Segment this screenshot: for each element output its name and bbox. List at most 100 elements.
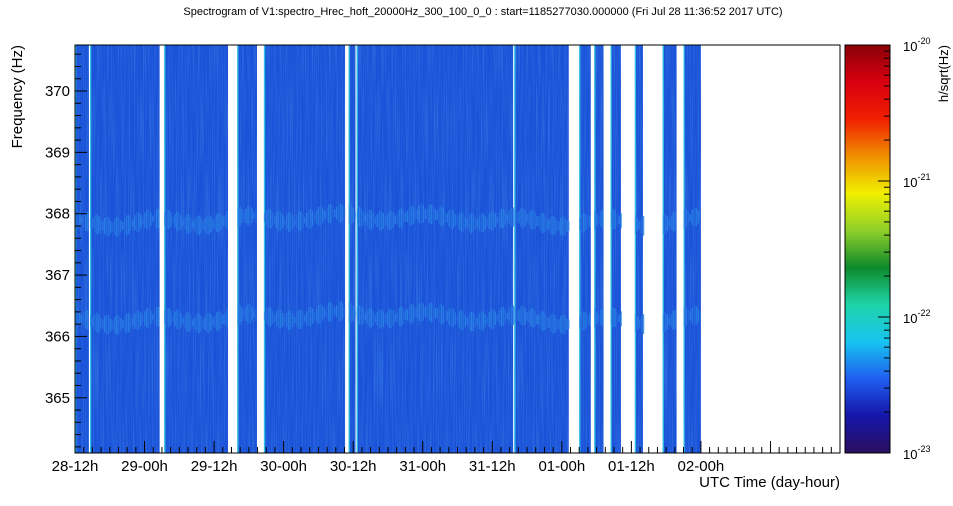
spectral-line-mark xyxy=(277,309,280,329)
spectral-line-mark xyxy=(214,315,216,328)
spectral-line-mark xyxy=(100,219,102,232)
spectral-line-mark xyxy=(339,301,342,322)
spectral-line-mark xyxy=(693,207,695,227)
spectral-line-mark xyxy=(83,311,85,326)
spectral-line-mark xyxy=(358,305,361,325)
spectral-line-mark xyxy=(204,317,206,330)
spectral-line-mark xyxy=(480,311,483,331)
colorbar-tick-label: 10-23 xyxy=(903,444,930,462)
spectral-line-mark xyxy=(102,319,104,329)
spectral-line-mark xyxy=(589,215,591,228)
spectral-line-mark xyxy=(388,309,391,328)
spectral-line-mark xyxy=(96,214,98,235)
spectral-line-mark xyxy=(110,220,112,233)
spectral-line-mark xyxy=(208,214,210,235)
spectral-line-mark xyxy=(241,209,243,224)
spectral-line-mark xyxy=(583,212,585,233)
spectral-line-mark xyxy=(370,209,373,230)
spectral-line-mark xyxy=(528,213,530,225)
spectral-line-mark xyxy=(685,307,687,326)
spectral-line-mark xyxy=(106,314,108,335)
spectral-line-mark xyxy=(168,307,170,328)
spectral-line-mark xyxy=(476,317,479,326)
spectral-line-mark xyxy=(466,218,469,228)
spectral-line-mark xyxy=(335,305,338,318)
spectral-line-mark xyxy=(283,316,286,324)
spectral-line-mark xyxy=(368,308,371,328)
y-axis-label: Frequency (Hz) xyxy=(9,45,26,148)
spectral-line-mark xyxy=(87,212,89,232)
spectral-line-mark xyxy=(352,305,354,321)
segment-edge xyxy=(90,45,92,453)
spectral-line-mark xyxy=(315,210,318,224)
spectral-line-mark xyxy=(587,315,589,325)
spectral-line-mark xyxy=(343,307,346,316)
spectral-line-mark xyxy=(327,302,330,322)
spectral-line-mark xyxy=(170,212,172,227)
spectral-line-mark xyxy=(253,310,255,318)
spectral-line-mark xyxy=(560,217,562,235)
spectral-line-mark xyxy=(164,211,166,227)
spectral-line-mark xyxy=(222,314,224,324)
spectral-line-mark xyxy=(180,214,182,230)
spectral-line-mark xyxy=(585,214,587,231)
spectral-line-mark xyxy=(184,314,186,329)
spectral-line-mark xyxy=(192,221,194,229)
spectral-line-mark xyxy=(446,213,449,223)
spectral-line-mark xyxy=(466,317,469,326)
spectral-line-mark xyxy=(666,314,669,330)
spectral-line-mark xyxy=(514,307,516,324)
spectral-line-mark xyxy=(693,305,695,326)
segment-noise xyxy=(683,45,701,453)
spectral-line-mark xyxy=(241,307,243,322)
colorbar-label: h/sqrt(Hz) xyxy=(936,45,951,102)
spectral-line-mark xyxy=(317,305,320,324)
spectral-line-mark xyxy=(323,210,326,219)
spectral-line-mark xyxy=(556,318,558,330)
spectral-line-mark xyxy=(410,205,413,226)
spectral-line-mark xyxy=(699,311,701,319)
spectral-line-mark xyxy=(247,304,249,324)
spectral-line-mark xyxy=(269,307,272,327)
spectral-line-mark xyxy=(384,216,387,225)
spectral-line-mark xyxy=(132,318,134,326)
spectral-line-mark xyxy=(544,313,546,331)
spectral-line-mark xyxy=(486,316,489,324)
spectral-line-mark xyxy=(550,216,552,234)
spectral-line-mark xyxy=(406,309,409,321)
spectral-line-mark xyxy=(305,311,308,325)
spectral-line-mark xyxy=(579,315,581,329)
spectral-line-mark xyxy=(112,320,114,330)
spectral-line-mark xyxy=(150,310,152,325)
spectral-line-mark xyxy=(444,309,447,322)
spectral-line-mark xyxy=(303,217,306,224)
spectral-line-mark xyxy=(325,207,328,221)
spectral-line-mark xyxy=(138,212,140,232)
spectral-line-mark xyxy=(380,309,383,329)
spectral-line-mark xyxy=(309,307,312,327)
spectral-line-mark xyxy=(237,305,239,325)
spectral-line-mark xyxy=(484,215,487,229)
spectral-line-mark xyxy=(560,316,562,334)
y-tick-label: 366 xyxy=(45,328,70,345)
spectral-line-mark xyxy=(566,220,568,232)
spectral-line-mark xyxy=(92,316,94,327)
spectral-line-mark xyxy=(166,307,168,328)
segment-edge xyxy=(634,45,637,453)
spectral-line-mark xyxy=(116,314,118,335)
spectral-line-mark xyxy=(172,315,174,322)
spectral-line-mark xyxy=(526,312,528,322)
spectral-line-mark xyxy=(156,307,158,327)
spectral-line-mark xyxy=(460,212,463,232)
spectral-line-mark xyxy=(558,319,560,330)
spectral-line-mark xyxy=(348,204,350,224)
spectral-line-mark xyxy=(442,207,445,226)
spectral-line-mark xyxy=(662,215,665,235)
spectral-line-mark xyxy=(400,208,403,229)
spectral-line-mark xyxy=(536,314,538,325)
x-tick-label: 29-12h xyxy=(191,458,238,475)
spectral-line-mark xyxy=(285,312,288,328)
spectral-line-mark xyxy=(587,217,589,226)
spectral-line-mark xyxy=(152,313,154,321)
spectral-line-mark xyxy=(275,212,278,228)
